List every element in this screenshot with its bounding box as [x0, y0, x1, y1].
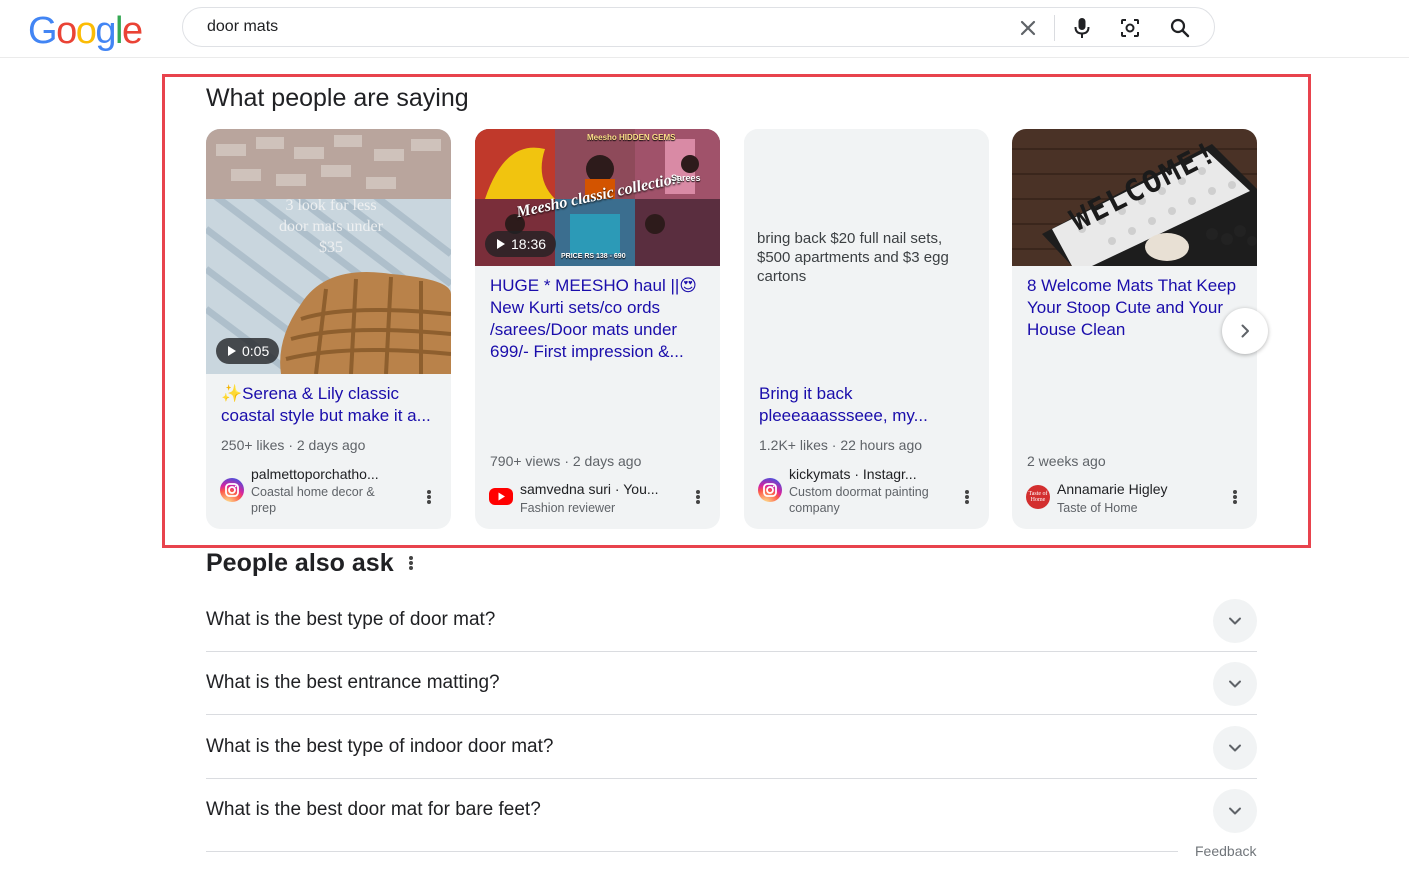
taste-of-home-icon: Taste of Home	[1026, 485, 1050, 509]
more-options-icon[interactable]	[421, 487, 437, 507]
chevron-right-icon	[1241, 324, 1249, 338]
source-description: Custom doormat painting company	[789, 485, 929, 515]
more-options-icon[interactable]	[959, 487, 975, 507]
video-duration-badge: 18:36	[485, 231, 557, 257]
article-thumbnail[interactable]: WELCOME!	[1012, 129, 1257, 266]
section-title: What people are saying	[206, 84, 469, 112]
card-title-text: Serena & Lily classic coastal style but …	[221, 384, 431, 425]
source-name: Annamarie Higley	[1057, 481, 1168, 497]
card-meta: 2 weeks ago	[1027, 453, 1106, 469]
video-thumbnail[interactable]: 3 look for less door mats under $35 0:05	[206, 129, 451, 374]
feedback-link[interactable]: Feedback	[1195, 843, 1256, 859]
source-description: Fashion reviewer	[520, 501, 616, 515]
video-duration-badge: 0:05	[216, 338, 280, 364]
card-title-link[interactable]: Bring it back pleeeaaassseee, my...	[759, 383, 977, 427]
clear-icon[interactable]	[1016, 16, 1040, 40]
question-text: What is the best entrance matting?	[206, 672, 500, 693]
search-query[interactable]: door mats	[207, 18, 278, 36]
question-row[interactable]: What is the best door mat for bare feet?	[206, 779, 1257, 842]
duration-text: 18:36	[511, 236, 547, 252]
source-name: kickymats · Instagr...	[789, 466, 917, 482]
google-logo[interactable]: Google	[28, 9, 143, 53]
thumbnail-tag: Meesho HIDDEN GEMS	[587, 133, 676, 142]
search-input[interactable]: door mats	[182, 7, 1215, 47]
logo-letter: e	[121, 10, 143, 52]
logo-letter: o	[56, 10, 77, 52]
thumbnail-price: PRICE RS 138 - 690	[561, 253, 626, 260]
thumbnail-caption: 3 look for less door mats under $35	[279, 197, 383, 256]
video-thumbnail[interactable]: Meesho classic collection Meesho HIDDEN …	[475, 129, 720, 266]
chevron-down-icon	[1229, 617, 1241, 625]
source-description: Coastal home decor & prep	[251, 485, 375, 515]
question-row[interactable]: What is the best entrance matting?	[206, 652, 1257, 715]
card-meta: 790+ views · 2 days ago	[490, 453, 642, 469]
instagram-icon	[220, 478, 244, 502]
divider	[206, 851, 1178, 852]
chevron-down-icon	[1229, 807, 1241, 815]
expand-button[interactable]	[1213, 662, 1257, 706]
perspective-card[interactable]: WELCOME! 8 Welcome Mats That Keep Your S…	[1012, 129, 1257, 529]
question-text: What is the best door mat for bare feet?	[206, 799, 541, 820]
logo-letter: o	[75, 10, 97, 52]
post-quote-text: bring back $20 full nail sets, $500 apar…	[757, 230, 949, 285]
question-text: What is the best type of door mat?	[206, 609, 496, 630]
perspective-card[interactable]: 3 look for less door mats under $35 0:05…	[206, 129, 451, 529]
camera-search-icon[interactable]	[1118, 16, 1142, 40]
logo-letter: G	[28, 10, 58, 52]
question-text: What is the best type of indoor door mat…	[206, 736, 554, 757]
perspective-card[interactable]: Meesho classic collection Meesho HIDDEN …	[475, 129, 720, 529]
youtube-icon	[489, 488, 513, 505]
play-icon	[497, 239, 505, 249]
card-title-link[interactable]: HUGE * MEESHO haul ||😍 New Kurti sets/co…	[490, 275, 708, 363]
card-title-link[interactable]: 8 Welcome Mats That Keep Your Stoop Cute…	[1027, 275, 1245, 341]
divider	[1054, 15, 1055, 41]
question-row[interactable]: What is the best type of door mat?	[206, 589, 1257, 652]
search-icon[interactable]	[1168, 16, 1192, 40]
question-row[interactable]: What is the best type of indoor door mat…	[206, 716, 1257, 779]
logo-letter: l	[114, 10, 123, 52]
sparkles-icon: ✨	[221, 384, 243, 403]
chevron-down-icon	[1229, 744, 1241, 752]
source-name: samvedna suri · You...	[520, 481, 659, 497]
search-header: Google door mats	[0, 0, 1409, 58]
microphone-icon[interactable]	[1070, 16, 1094, 40]
card-meta: 1.2K+ likes · 22 hours ago	[759, 437, 923, 453]
perspective-card[interactable]: bring back $20 full nail sets, $500 apar…	[744, 129, 989, 529]
expand-button[interactable]	[1213, 789, 1257, 833]
more-options-icon[interactable]	[690, 487, 706, 507]
post-preview[interactable]: bring back $20 full nail sets, $500 apar…	[744, 129, 989, 374]
source-name: palmettoporchatho...	[251, 466, 379, 482]
expand-button[interactable]	[1213, 726, 1257, 770]
people-also-ask-title: People also ask	[206, 549, 394, 577]
expand-button[interactable]	[1213, 599, 1257, 643]
card-meta: 250+ likes · 2 days ago	[221, 437, 366, 453]
card-title-link[interactable]: ✨Serena & Lily classic coastal style but…	[221, 383, 439, 427]
instagram-icon	[758, 478, 782, 502]
duration-text: 0:05	[242, 343, 270, 359]
more-options-icon[interactable]	[404, 553, 418, 573]
source-description: Taste of Home	[1057, 501, 1138, 515]
carousel-next-button[interactable]	[1222, 308, 1268, 354]
chevron-down-icon	[1229, 680, 1241, 688]
more-options-icon[interactable]	[1227, 487, 1243, 507]
logo-letter: g	[95, 10, 116, 52]
play-icon	[228, 346, 236, 356]
thumbnail-tag: Sarees	[671, 173, 701, 183]
